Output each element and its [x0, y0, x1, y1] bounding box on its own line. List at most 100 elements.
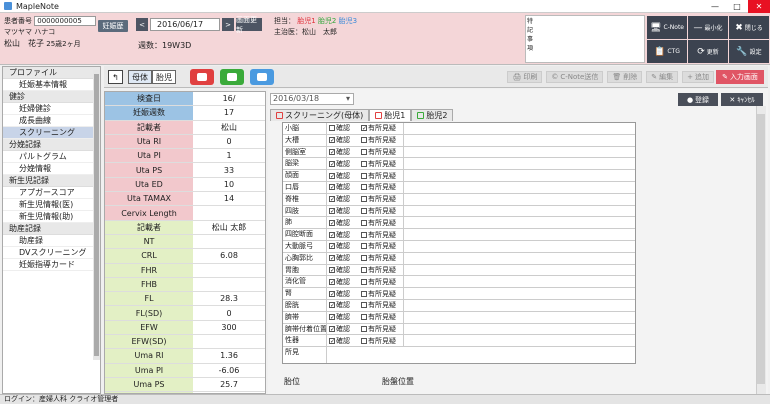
confirm-checkbox[interactable]: ✓: [329, 278, 335, 285]
table-row[interactable]: CRL 6.08: [105, 249, 265, 264]
findings-note-field[interactable]: [404, 217, 635, 228]
confirm-checkbox[interactable]: ✓: [329, 337, 335, 344]
settings-button[interactable]: 🔧 設定: [729, 40, 769, 63]
fetus1-icon[interactable]: [190, 69, 214, 85]
record-list-icon[interactable]: ↰: [108, 70, 123, 84]
table-row[interactable]: 記載者 松山: [105, 120, 265, 135]
confirm-checkbox[interactable]: ✓: [329, 243, 335, 250]
sidebar-item[interactable]: 妊娠指導カード: [3, 259, 100, 271]
fetus-toggle[interactable]: 胎児: [152, 70, 176, 84]
finding-checkbox[interactable]: [361, 207, 367, 214]
table-row[interactable]: Uma RI 1.36: [105, 349, 265, 364]
tab-0[interactable]: スクリーニング(母体): [270, 109, 370, 121]
confirm-checkbox[interactable]: ✓: [329, 160, 335, 167]
confirm-checkbox[interactable]: ✓: [329, 266, 335, 273]
findings-note-field[interactable]: [404, 158, 635, 169]
sidebar-item[interactable]: 妊婦健診: [3, 103, 100, 115]
refresh-screen-button[interactable]: 画面更新: [236, 16, 262, 34]
finding-checkbox[interactable]: [361, 314, 367, 321]
cnote-button[interactable]: 🖥 C-Note: [647, 16, 687, 39]
input-screen-button[interactable]: ✎ 入力画面: [716, 70, 764, 84]
detail-scroll-thumb[interactable]: [757, 114, 765, 384]
table-row[interactable]: EFW 300: [105, 320, 265, 336]
confirm-checkbox[interactable]: ✓: [329, 137, 335, 144]
finding-checkbox[interactable]: [361, 184, 367, 191]
add-button[interactable]: + 追加: [682, 71, 714, 83]
tab-1[interactable]: 胎児1: [369, 109, 412, 121]
confirm-checkbox[interactable]: ✓: [329, 172, 335, 179]
finding-checkbox[interactable]: [361, 278, 367, 285]
ctg-button[interactable]: 📋 CTG: [647, 40, 687, 63]
finding-checkbox[interactable]: [361, 137, 367, 144]
finding-checkbox[interactable]: [361, 290, 367, 297]
finding-checkbox[interactable]: [361, 302, 367, 309]
finding-checkbox[interactable]: [361, 196, 367, 203]
finding-checkbox[interactable]: [361, 243, 367, 250]
table-row[interactable]: Uma PS 25.7: [105, 377, 265, 393]
table-row[interactable]: Uta PS 33: [105, 163, 265, 178]
sidebar-item[interactable]: 妊娠基本情報: [3, 79, 100, 91]
close-window-button[interactable]: ✕: [748, 0, 770, 13]
date-field[interactable]: 2016/06/17: [150, 18, 220, 31]
sidebar-category[interactable]: 新生児記録: [3, 175, 100, 187]
sidebar-item[interactable]: 新生児情報(助): [3, 211, 100, 223]
next-date-button[interactable]: >: [222, 18, 234, 31]
screening-date-field[interactable]: 2016/03/18 ▾: [270, 93, 354, 105]
findings-note-field[interactable]: [404, 253, 635, 264]
sidebar-item[interactable]: アプガースコア: [3, 187, 100, 199]
finding-checkbox[interactable]: [361, 337, 367, 344]
delete-button[interactable]: 🗑 削除: [607, 71, 643, 83]
findings-note-field[interactable]: [404, 324, 635, 335]
table-row[interactable]: EFW(SD): [105, 335, 265, 350]
cnote-send-button[interactable]: © C-Note送信: [546, 71, 604, 83]
table-row[interactable]: Uta RI 0: [105, 134, 265, 150]
sidebar-item[interactable]: 助産録: [3, 235, 100, 247]
findings-note-field[interactable]: [404, 288, 635, 299]
pregnancy-history-button[interactable]: 妊娠歴: [98, 20, 128, 32]
confirm-checkbox[interactable]: ✓: [329, 219, 335, 226]
confirm-checkbox[interactable]: ✓: [329, 184, 335, 191]
confirm-checkbox[interactable]: ✓: [329, 148, 335, 155]
table-row[interactable]: 検査日 16/: [105, 92, 265, 107]
table-row[interactable]: Uta PI 1: [105, 149, 265, 164]
confirm-checkbox[interactable]: ✓: [329, 325, 335, 332]
findings-note-field[interactable]: [404, 123, 635, 134]
findings-note-field[interactable]: [404, 135, 635, 146]
confirm-checkbox[interactable]: ✓: [329, 231, 335, 238]
patient-id-field[interactable]: 0000000005: [34, 16, 97, 26]
finding-checkbox[interactable]: [361, 160, 367, 167]
table-row[interactable]: FHB: [105, 277, 265, 293]
table-row[interactable]: Cervix Length: [105, 206, 265, 221]
sidebar-item[interactable]: 成長曲線: [3, 115, 100, 127]
findings-note-field[interactable]: [327, 347, 635, 363]
minimize-app-button[interactable]: — 最小化: [688, 16, 728, 39]
findings-note-field[interactable]: [404, 147, 635, 158]
update-button[interactable]: ⟳ 更新: [688, 40, 728, 63]
table-row[interactable]: 記載者 松山 太郎: [105, 220, 265, 235]
sidebar-item[interactable]: 新生児情報(医): [3, 199, 100, 211]
minimize-button[interactable]: —: [704, 0, 726, 13]
tab-2[interactable]: 胎児2: [411, 109, 454, 121]
sidebar-category[interactable]: 健診: [3, 91, 100, 103]
findings-note-field[interactable]: [404, 182, 635, 193]
sidebar-category[interactable]: 助産記録: [3, 223, 100, 235]
fetus3-icon[interactable]: [250, 69, 274, 85]
findings-note-field[interactable]: [404, 276, 635, 287]
findings-note-field[interactable]: [404, 194, 635, 205]
table-row[interactable]: 妊娠週数 17: [105, 106, 265, 121]
table-row[interactable]: FL 28.3: [105, 292, 265, 307]
mother-toggle[interactable]: 母体: [128, 70, 152, 84]
sidebar-item[interactable]: パルトグラム: [3, 151, 100, 163]
confirm-checkbox[interactable]: ✓: [329, 302, 335, 309]
table-row[interactable]: FL(SD) 0: [105, 306, 265, 321]
special-notes-box[interactable]: [525, 15, 645, 63]
table-row[interactable]: NT: [105, 234, 265, 250]
table-row[interactable]: FHR: [105, 263, 265, 278]
sidebar-category[interactable]: 分娩記録: [3, 139, 100, 151]
findings-note-field[interactable]: [404, 241, 635, 252]
findings-note-field[interactable]: [404, 206, 635, 217]
confirm-checkbox[interactable]: ✓: [329, 290, 335, 297]
finding-checkbox[interactable]: [361, 172, 367, 179]
findings-note-field[interactable]: [404, 265, 635, 276]
confirm-checkbox[interactable]: ✓: [329, 207, 335, 214]
